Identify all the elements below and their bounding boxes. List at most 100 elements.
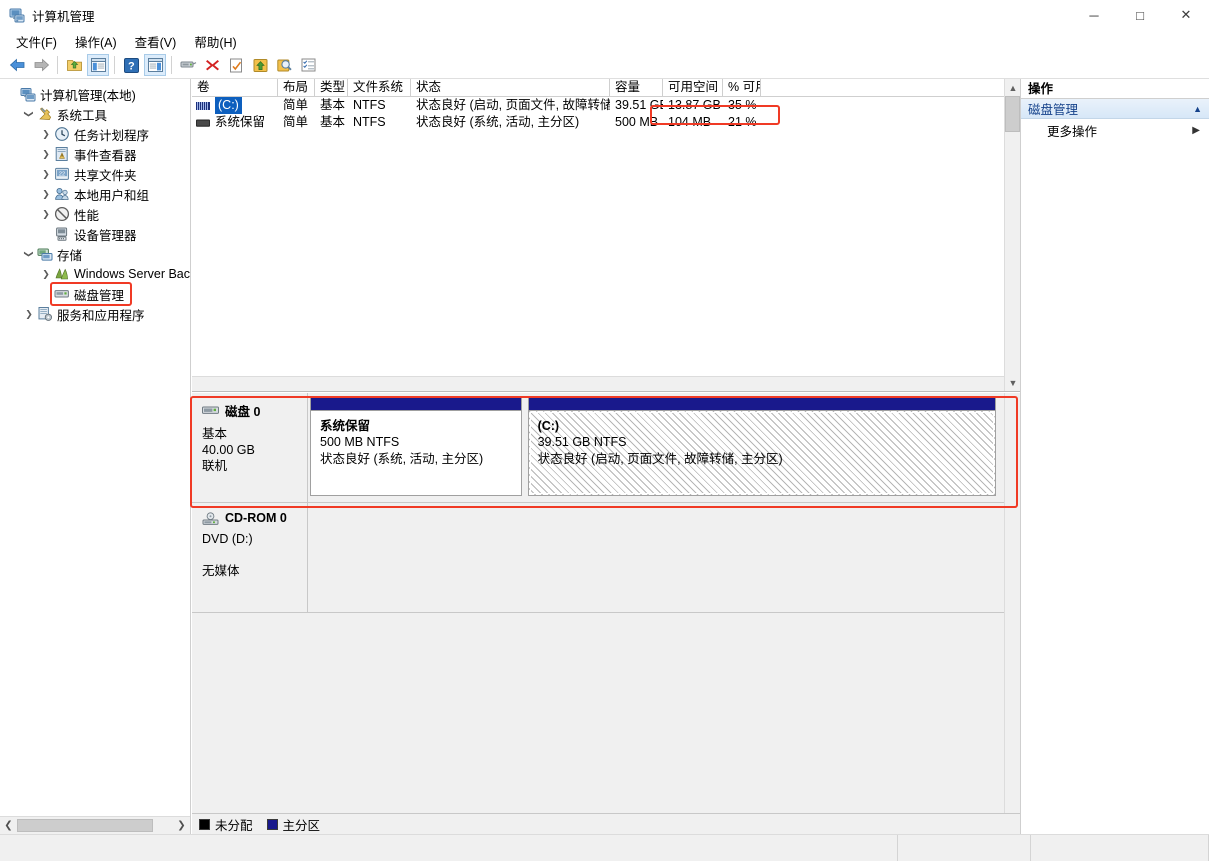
check-disk-icon[interactable]	[225, 54, 247, 76]
chevron-right-icon[interactable]: ❯	[38, 126, 54, 142]
show-hide-tree-icon[interactable]	[87, 54, 109, 76]
chevron-right-icon[interactable]: ❯	[38, 146, 54, 162]
volume-percent-free: 35 %	[728, 98, 757, 112]
scroll-thumb[interactable]	[1005, 96, 1020, 132]
svg-text:22: 22	[59, 171, 65, 177]
action-more-actions[interactable]: 更多操作 ▶	[1021, 119, 1209, 141]
tree-horizontal-scrollbar[interactable]: ❮ ❯	[0, 816, 190, 834]
chevron-right-icon[interactable]: ❯	[38, 186, 54, 202]
back-arrow-icon[interactable]	[6, 54, 28, 76]
volume-name-cell[interactable]: (C:)	[192, 97, 278, 114]
disk-row[interactable]: 磁盘 0 基本 40.00 GB 联机 系统保留 500 MB NTFS 状态良好 (系统,…	[192, 393, 1004, 503]
disk-info-panel[interactable]: CD-ROM 0 DVD (D:) 无媒体	[192, 503, 308, 612]
volume-row[interactable]: (C:) 简单基本 NTFS 状态良好 (启动, 页面文件, 故障转储, 主分区) 39…	[192, 97, 1020, 114]
volume-capacity: 500 MB	[615, 115, 659, 129]
chevron-right-icon[interactable]: ❯	[38, 166, 54, 182]
col-percent-free[interactable]: % 可用	[723, 79, 761, 97]
disk-type: DVD (D:)	[202, 532, 253, 546]
disk-row[interactable]: CD-ROM 0 DVD (D:) 无媒体	[192, 503, 1004, 613]
disk-partitions	[308, 503, 1004, 612]
close-button[interactable]: ✕	[1163, 0, 1209, 30]
rescan-disks-icon[interactable]	[273, 54, 295, 76]
tree-item-label: 存储	[57, 248, 83, 263]
toolbar-separator	[114, 56, 115, 74]
tree-shared-folders[interactable]: ❯ 22 共享文件夹	[0, 164, 190, 184]
tree-system-tools[interactable]: ❯ 系统工具	[0, 104, 190, 124]
tree-performance[interactable]: ❯ 性能	[0, 204, 190, 224]
scroll-track[interactable]	[17, 817, 173, 834]
menu-action[interactable]: 操作(A)	[66, 30, 126, 53]
volume-list: 卷布局类型文件系统状态容量可用空间% 可用 (C:) 简单基本 NTFS 状态良好 (…	[192, 79, 1020, 392]
volume-list-rows: (C:) 简单基本 NTFS 状态良好 (启动, 页面文件, 故障转储, 主分区) 39…	[192, 97, 1020, 131]
volume-percent-free: 21 %	[728, 115, 757, 129]
scroll-up-icon[interactable]: ▲	[1005, 79, 1020, 96]
menu-help[interactable]: 帮助(H)	[185, 30, 245, 53]
col-free-space[interactable]: 可用空间	[663, 79, 723, 97]
scroll-left-icon[interactable]: ❮	[0, 818, 17, 834]
chevron-down-icon[interactable]: ❯	[21, 246, 37, 262]
chevron-down-icon[interactable]: ❯	[21, 106, 37, 122]
show-action-pane-icon[interactable]	[144, 54, 166, 76]
system-tools-icon	[37, 106, 53, 122]
tree-storage[interactable]: ❯ 存储	[0, 244, 190, 264]
disk-properties-icon[interactable]	[177, 54, 199, 76]
volume-list-vertical-scrollbar[interactable]: ▲ ▼	[1004, 79, 1020, 391]
volume-list-horizontal-scrollbar[interactable]	[192, 376, 1004, 391]
shared-folders-icon: 22	[54, 166, 70, 182]
legend-label: 主分区	[282, 818, 321, 833]
col-volume[interactable]: 卷	[192, 79, 278, 97]
col-filesystem[interactable]: 文件系统	[348, 79, 411, 97]
tree-windows-server-backup[interactable]: ❯ Windows Server Back	[0, 264, 190, 284]
chevron-right-icon[interactable]: ❯	[38, 206, 54, 222]
col-layout[interactable]: 布局	[278, 79, 315, 97]
tree-services-and-applications[interactable]: ❯ 服务和应用程序	[0, 304, 190, 324]
disk-partition[interactable]: (C:) 39.51 GB NTFS 状态良好 (启动, 页面文件, 故障转储, 主…	[527, 397, 996, 496]
storage-icon	[37, 246, 53, 262]
services-applications-icon	[37, 306, 53, 322]
tree-task-scheduler[interactable]: ❯ 任务计划程序	[0, 124, 190, 144]
legend-swatch	[266, 818, 278, 830]
menu-file[interactable]: 文件(F)	[7, 30, 66, 53]
col-status[interactable]: 状态	[411, 79, 610, 97]
list-properties-icon[interactable]	[297, 54, 319, 76]
tree-item-label: 设备管理器	[74, 228, 137, 243]
status-bar	[0, 834, 1209, 861]
disk-info-panel[interactable]: 磁盘 0 基本 40.00 GB 联机	[192, 393, 308, 502]
partition-label: 系统保留	[320, 419, 371, 433]
chevron-right-icon[interactable]: ❯	[21, 306, 37, 322]
legend-swatch	[199, 818, 210, 830]
forward-arrow-icon[interactable]	[30, 54, 52, 76]
tree-event-viewer[interactable]: ❯ 事件查看器	[0, 144, 190, 164]
toolbar-separator	[171, 56, 172, 74]
maximize-button[interactable]: □	[1117, 0, 1163, 30]
legend-unallocated: 未分配	[199, 815, 253, 834]
graph-vertical-scrollbar[interactable]	[1004, 393, 1020, 818]
disk-partitions: 系统保留 500 MB NTFS 状态良好 (系统, 活动, 主分区) (C:) 39.…	[308, 393, 1004, 502]
volume-row[interactable]: 系统保留 简单 基本 NTFS 状态良好 (系统, 活动, 主分区) 500 MB 104 …	[192, 114, 1020, 131]
extend-volume-icon[interactable]	[249, 54, 271, 76]
tree-local-users-and-groups[interactable]: ❯ 本地用户和组	[0, 184, 190, 204]
menu-view[interactable]: 查看(V)	[126, 30, 186, 53]
col-capacity[interactable]: 容量	[610, 79, 663, 97]
tree-computer-management-local[interactable]: 计算机管理(本地)	[0, 84, 190, 104]
computer-icon	[20, 86, 36, 102]
scroll-down-icon[interactable]: ▼	[1005, 374, 1020, 391]
chevron-right-icon[interactable]: ❯	[38, 266, 54, 282]
col-type[interactable]: 类型	[315, 79, 348, 97]
help-icon[interactable]: ?	[120, 54, 142, 76]
scroll-right-icon[interactable]: ❯	[173, 818, 190, 834]
chevron-up-icon[interactable]: ▲	[1193, 104, 1202, 114]
tree-disk-management[interactable]: 磁盘管理	[0, 282, 190, 306]
minimize-button[interactable]: ─	[1071, 0, 1117, 30]
device-manager-icon	[54, 226, 70, 242]
actions-group-disk-management[interactable]: 磁盘管理 ▲	[1021, 99, 1209, 119]
tree-device-manager[interactable]: 设备管理器	[0, 224, 190, 244]
delete-volume-icon[interactable]	[201, 54, 223, 76]
volume-name-cell[interactable]: 系统保留	[192, 114, 278, 131]
partition-details: 系统保留 500 MB NTFS 状态良好 (系统, 活动, 主分区)	[311, 411, 521, 495]
disk-partition[interactable]: 系统保留 500 MB NTFS 状态良好 (系统, 活动, 主分区)	[310, 397, 522, 496]
up-folder-icon[interactable]	[63, 54, 85, 76]
scroll-thumb[interactable]	[17, 819, 153, 832]
volume-status: 状态良好 (系统, 活动, 主分区)	[416, 115, 580, 129]
tree-item-label: 系统工具	[57, 108, 108, 123]
